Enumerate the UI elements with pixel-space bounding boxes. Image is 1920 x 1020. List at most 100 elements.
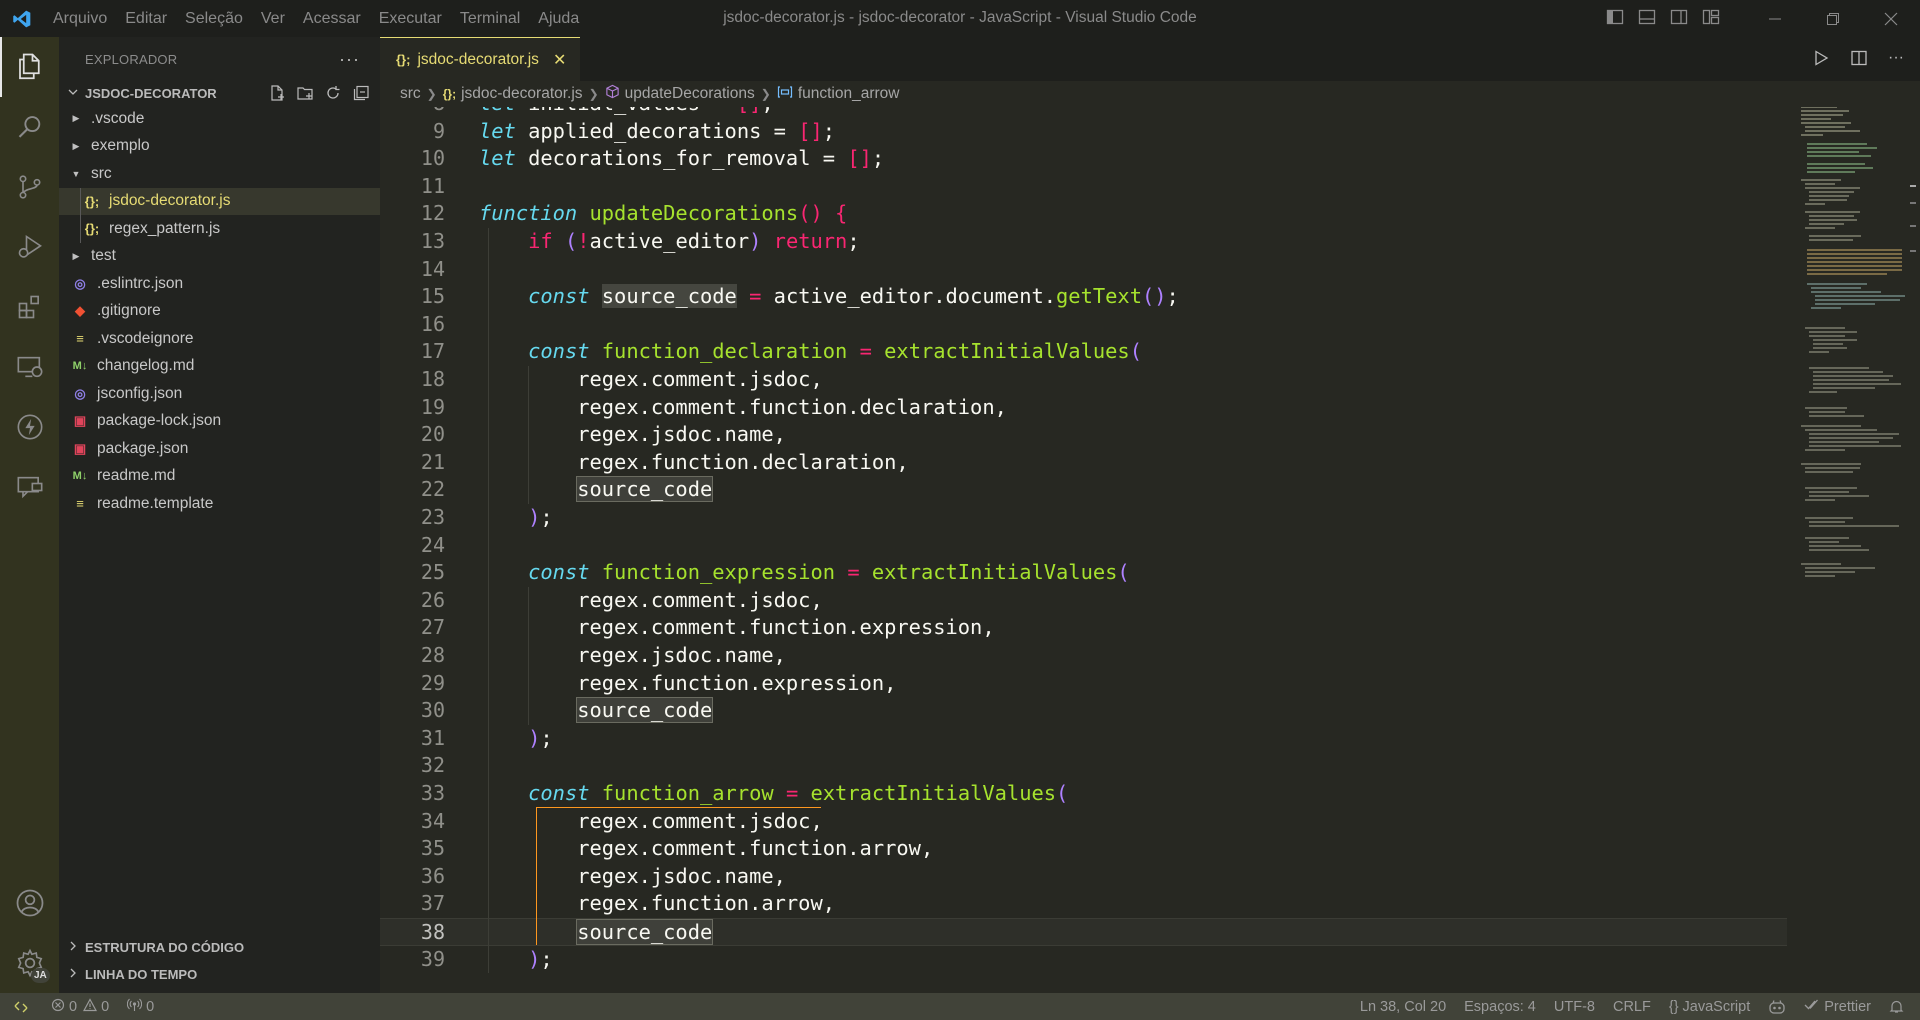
code-line[interactable]: 28 regex.jsdoc.name, xyxy=(380,642,1787,670)
tree-file[interactable]: {}; regex_pattern.js xyxy=(59,215,380,243)
code-line[interactable]: 29 regex.function.expression, xyxy=(380,670,1787,698)
code-line[interactable]: 13 if (!active_editor) return; xyxy=(380,228,1787,256)
remote-explorer-icon[interactable] xyxy=(0,337,59,397)
new-file-icon[interactable] xyxy=(268,84,286,102)
timeline-section-header[interactable]: LINHA DO TEMPO xyxy=(59,961,380,988)
menu-item[interactable]: Ajuda xyxy=(529,10,588,28)
menu-item[interactable]: Seleção xyxy=(176,10,252,28)
problems-indicator[interactable]: 0 0 xyxy=(42,997,118,1016)
toggle-panel-icon[interactable] xyxy=(1638,8,1656,26)
code-line[interactable]: 19 regex.comment.function.declaration, xyxy=(380,394,1787,422)
minimap[interactable] xyxy=(1787,107,1912,993)
explorer-sidebar: EXPLORADOR ··· JSDOC-DECORATOR ▶ .vscode ▶… xyxy=(59,37,380,993)
copilot-icon[interactable] xyxy=(1759,999,1795,1015)
code-line[interactable]: 10 let decorations_for_removal = []; xyxy=(380,145,1787,173)
source-control-icon[interactable] xyxy=(0,157,59,217)
indentation[interactable]: Espaços: 4 xyxy=(1455,999,1545,1015)
tree-folder[interactable]: ▼ src xyxy=(59,160,380,188)
tree-file[interactable]: ▣ package.json xyxy=(59,435,380,463)
code-line[interactable]: 25 const function_expression = extractIn… xyxy=(380,559,1787,587)
menu-item[interactable]: Ver xyxy=(252,10,294,28)
collapse-all-icon[interactable] xyxy=(352,84,370,102)
notifications-bell-icon[interactable] xyxy=(1880,999,1920,1014)
new-folder-icon[interactable] xyxy=(296,84,314,102)
code-line[interactable]: 30 source_code xyxy=(380,697,1787,725)
tree-folder[interactable]: ▶ test xyxy=(59,243,380,271)
outline-section-header[interactable]: ESTRUTURA DO CÓDIGO xyxy=(59,934,380,961)
run-icon[interactable] xyxy=(1812,49,1830,67)
close-tab-icon[interactable]: ✕ xyxy=(553,50,566,70)
breadcrumb-function[interactable]: updateDecorations xyxy=(625,85,755,103)
tree-folder[interactable]: ▶ .vscode xyxy=(59,105,380,133)
code-line[interactable]: 8 let initial_values = []; xyxy=(380,107,1787,118)
toggle-primary-sidebar-icon[interactable] xyxy=(1606,8,1624,26)
tree-file[interactable]: M↓ changelog.md xyxy=(59,353,380,381)
tree-file[interactable]: ▣ package-lock.json xyxy=(59,408,380,436)
tree-file[interactable]: ◆ .gitignore xyxy=(59,298,380,326)
minimize-button[interactable] xyxy=(1746,0,1804,37)
menu-item[interactable]: Terminal xyxy=(451,10,529,28)
more-actions-icon[interactable]: ··· xyxy=(339,49,360,70)
manage-gear-icon[interactable]: JA xyxy=(0,933,59,993)
ports-indicator[interactable]: 0 xyxy=(118,998,163,1016)
split-editor-icon[interactable] xyxy=(1850,49,1868,67)
explorer-icon[interactable] xyxy=(0,37,59,97)
toggle-secondary-sidebar-icon[interactable] xyxy=(1670,8,1688,26)
tree-file[interactable]: ≡ readme.template xyxy=(59,490,380,518)
tree-file[interactable]: {}; jsdoc-decorator.js xyxy=(59,187,380,215)
line-number: 39 xyxy=(420,946,445,971)
tree-file[interactable]: ◎ .eslintrc.json xyxy=(59,270,380,298)
prettier-status[interactable]: Prettier xyxy=(1795,998,1880,1016)
line-ending[interactable]: CRLF xyxy=(1604,999,1660,1015)
comments-icon[interactable] xyxy=(0,457,59,517)
code-line[interactable]: 26 regex.comment.jsdoc, xyxy=(380,587,1787,615)
code-line[interactable]: 21 regex.function.declaration, xyxy=(380,449,1787,477)
code-line[interactable]: 20 regex.jsdoc.name, xyxy=(380,421,1787,449)
project-section-header[interactable]: JSDOC-DECORATOR xyxy=(59,81,380,105)
code-line[interactable]: 24 xyxy=(380,532,1787,560)
tree-file[interactable]: ◎ jsconfig.json xyxy=(59,380,380,408)
tree-file[interactable]: ≡ .vscodeignore xyxy=(59,325,380,353)
more-editor-actions-icon[interactable]: ··· xyxy=(1888,49,1904,67)
restore-button[interactable] xyxy=(1804,0,1862,37)
code-line[interactable]: 33 const function_arrow = extractInitial… xyxy=(380,780,1787,808)
menu-item[interactable]: Arquivo xyxy=(44,10,116,28)
language-mode[interactable]: {} JavaScript xyxy=(1660,999,1759,1015)
menu-item[interactable]: Executar xyxy=(370,10,451,28)
code-line[interactable]: 39 ); xyxy=(380,946,1787,974)
tree-folder[interactable]: ▶ exemplo xyxy=(59,133,380,161)
customize-layout-icon[interactable] xyxy=(1702,8,1720,26)
search-icon[interactable] xyxy=(0,97,59,157)
breadcrumb-file[interactable]: jsdoc-decorator.js xyxy=(461,85,582,103)
breadcrumb-variable[interactable]: function_arrow xyxy=(798,85,900,103)
code-line[interactable]: 32 xyxy=(380,752,1787,780)
breadcrumb-src[interactable]: src xyxy=(400,85,421,103)
code-line[interactable]: 23 ); xyxy=(380,504,1787,532)
tab-jsdoc-decorator[interactable]: {}; jsdoc-decorator.js ✕ xyxy=(380,37,580,81)
code-line[interactable]: 15 const source_code = active_editor.doc… xyxy=(380,283,1787,311)
remote-indicator-icon[interactable] xyxy=(0,993,42,1020)
code-line[interactable]: 9 let applied_decorations = []; xyxy=(380,118,1787,146)
code-line[interactable]: 11 xyxy=(380,173,1787,201)
code-line[interactable]: 18 regex.comment.jsdoc, xyxy=(380,366,1787,394)
code-line[interactable]: 27 regex.comment.function.expression, xyxy=(380,614,1787,642)
code-editor[interactable]: 8 let initial_values = []; 9 let applied_de… xyxy=(380,107,1920,993)
code-line[interactable]: 12 function updateDecorations() { xyxy=(380,200,1787,228)
menu-item[interactable]: Editar xyxy=(116,10,176,28)
cursor-position[interactable]: Ln 38, Col 20 xyxy=(1351,999,1455,1015)
vertical-scrollbar[interactable] xyxy=(1906,107,1920,993)
extensions-icon[interactable] xyxy=(0,277,59,337)
menu-item[interactable]: Acessar xyxy=(294,10,370,28)
code-line[interactable]: 22 source_code xyxy=(380,476,1787,504)
code-line[interactable]: 17 const function_declaration = extractI… xyxy=(380,338,1787,366)
tree-file[interactable]: M↓ readme.md xyxy=(59,463,380,491)
account-icon[interactable] xyxy=(0,873,59,933)
close-window-button[interactable] xyxy=(1862,0,1920,37)
encoding[interactable]: UTF-8 xyxy=(1545,999,1604,1015)
code-line[interactable]: 14 xyxy=(380,256,1787,284)
run-debug-icon[interactable] xyxy=(0,217,59,277)
code-line[interactable]: 31 ); xyxy=(380,725,1787,753)
lightning-icon[interactable] xyxy=(0,397,59,457)
code-line[interactable]: 16 xyxy=(380,311,1787,339)
refresh-icon[interactable] xyxy=(324,84,342,102)
